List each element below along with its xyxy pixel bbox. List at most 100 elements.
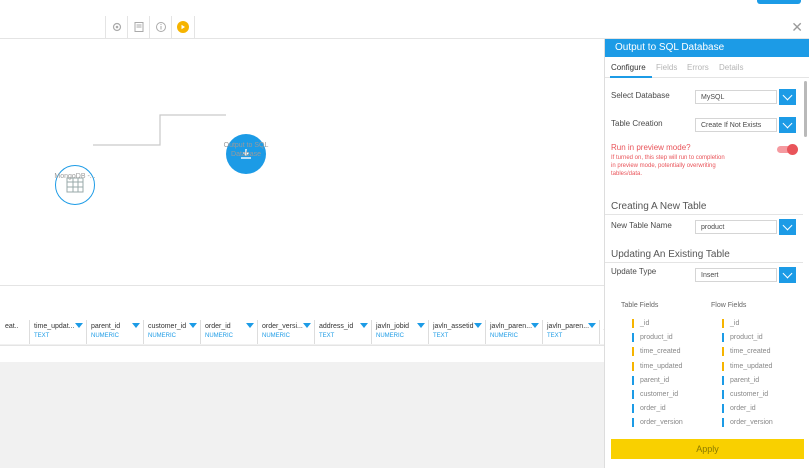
top-action-button[interactable] xyxy=(757,0,801,4)
output-sql-panel: Output to SQL Database Configure Fields … xyxy=(604,39,809,468)
column-type: NUMERIC xyxy=(376,333,404,339)
panel-title: Output to SQL Database xyxy=(605,39,809,57)
grid-column-header[interactable]: order_versi... NUMERIC xyxy=(257,320,315,344)
chevron-down-icon[interactable] xyxy=(779,219,796,235)
column-menu-icon[interactable] xyxy=(132,323,140,328)
close-icon[interactable]: ✕ xyxy=(791,19,803,36)
column-menu-icon[interactable] xyxy=(531,323,539,328)
flow-field-item[interactable]: _id xyxy=(722,319,739,328)
apply-button[interactable]: Apply xyxy=(611,439,804,459)
column-name: time_updat... xyxy=(34,323,75,330)
table-field-item[interactable]: parent_id xyxy=(632,375,669,385)
column-type: NUMERIC xyxy=(91,333,119,339)
column-menu-icon[interactable] xyxy=(417,323,425,328)
table-fields-header: Table Fields xyxy=(621,302,659,309)
column-type: TEXT xyxy=(319,333,335,339)
preview-mode-warning: If turned on, this step will run to comp… xyxy=(611,155,725,177)
panel-tabs: Configure Fields Errors Details xyxy=(605,57,809,78)
flow-field-item[interactable]: time_created xyxy=(722,347,770,357)
column-menu-icon[interactable] xyxy=(303,323,311,328)
chevron-down-icon[interactable] xyxy=(779,117,796,133)
grid-column-header[interactable]: order_id NUMERIC xyxy=(200,320,258,344)
preview-mode-toggle[interactable] xyxy=(777,143,798,155)
new-table-label: New Table Name xyxy=(611,221,672,230)
flow-field-item[interactable]: parent_id xyxy=(722,375,759,385)
column-name: order_id xyxy=(205,323,231,330)
chevron-down-icon[interactable] xyxy=(779,267,796,283)
table-field-item[interactable]: order_id xyxy=(632,404,666,414)
chevron-down-icon[interactable] xyxy=(779,89,796,105)
preview-grid: eat.. time_updat... TEXT parent_id NUMERIC cu… xyxy=(0,285,620,362)
column-menu-icon[interactable] xyxy=(474,323,482,328)
flow-field-item[interactable]: customer_id xyxy=(722,390,768,399)
flow-canvas[interactable]: MongoDB -... Output to SQL Database xyxy=(0,39,604,285)
column-name: order_versi... xyxy=(262,323,303,330)
column-type: NUMERIC xyxy=(262,333,290,339)
divider xyxy=(605,214,803,215)
grid-column-header[interactable]: javln_paren... TEXT xyxy=(542,320,600,344)
grid-column-header[interactable]: javln_jobid NUMERIC xyxy=(371,320,429,344)
updating-section-title: Updating An Existing Table xyxy=(611,249,730,260)
column-name: parent_id xyxy=(91,323,121,330)
column-name: javln_paren... xyxy=(547,323,590,330)
column-type: TEXT xyxy=(34,333,50,339)
column-menu-icon[interactable] xyxy=(246,323,254,328)
update-type-label: Update Type xyxy=(611,267,657,276)
new-table-dropdown[interactable]: product xyxy=(695,220,777,234)
gear-icon[interactable] xyxy=(105,16,128,38)
mongodb-node-label: MongoDB -... xyxy=(54,173,96,180)
table-field-item[interactable]: time_updated xyxy=(632,361,682,371)
toolbar: ✕ xyxy=(0,16,809,39)
scrollbar[interactable] xyxy=(804,81,807,137)
table-field-item[interactable]: customer_id xyxy=(632,390,678,399)
column-menu-icon[interactable] xyxy=(189,323,197,328)
play-icon[interactable] xyxy=(171,16,195,38)
table-creation-dropdown[interactable]: Create If Not Exists xyxy=(695,118,777,132)
creating-section-title: Creating A New Table xyxy=(611,201,707,212)
tab-details[interactable]: Details xyxy=(719,63,743,72)
select-database-label: Select Database xyxy=(611,91,670,100)
column-menu-icon[interactable] xyxy=(360,323,368,328)
column-name: javln_assetid xyxy=(433,323,474,330)
tab-fields[interactable]: Fields xyxy=(656,63,677,72)
tab-errors[interactable]: Errors xyxy=(687,63,709,72)
column-name: address_id xyxy=(319,323,354,330)
column-menu-icon[interactable] xyxy=(588,323,596,328)
column-menu-icon[interactable] xyxy=(75,323,83,328)
column-type: TEXT xyxy=(547,333,563,339)
flow-field-item[interactable]: time_updated xyxy=(722,361,772,371)
mongodb-node[interactable] xyxy=(55,165,95,205)
grid-row xyxy=(0,345,604,362)
grid-column-header[interactable]: parent_id NUMERIC xyxy=(86,320,144,344)
notes-icon[interactable] xyxy=(127,16,150,38)
table-field-item[interactable]: _id xyxy=(632,319,649,328)
flow-fields-header: Flow Fields xyxy=(711,302,747,309)
tab-configure[interactable]: Configure xyxy=(611,63,646,72)
grid-column-header[interactable]: javln_paren... NUMERIC xyxy=(485,320,543,344)
table-field-item[interactable]: product_id xyxy=(632,333,673,343)
select-database-dropdown[interactable]: MySQL xyxy=(695,90,777,104)
column-type: NUMERIC xyxy=(148,333,176,339)
info-icon[interactable] xyxy=(149,16,172,38)
active-tab-indicator xyxy=(610,76,652,78)
grid-column-header[interactable]: eat.. xyxy=(0,320,30,344)
preview-mode-title: Run in preview mode? xyxy=(611,143,691,152)
table-field-item[interactable]: order_version xyxy=(632,418,683,428)
column-type: NUMERIC xyxy=(490,333,518,339)
column-type: NUMERIC xyxy=(205,333,233,339)
divider xyxy=(605,262,803,263)
column-name: javln_jobid xyxy=(376,323,410,330)
output-sql-node-label: Output to SQL Database xyxy=(223,142,269,158)
column-name: javln_paren... xyxy=(490,323,533,330)
update-type-dropdown[interactable]: Insert xyxy=(695,268,777,282)
flow-field-item[interactable]: order_version xyxy=(722,418,773,428)
flow-field-item[interactable]: product_id xyxy=(722,333,763,343)
column-type: TEXT xyxy=(433,333,449,339)
flow-field-item[interactable]: order_id xyxy=(722,404,756,414)
table-field-item[interactable]: time_created xyxy=(632,347,680,357)
column-name: customer_id xyxy=(148,323,187,330)
grid-column-header[interactable]: address_id TEXT xyxy=(314,320,372,344)
grid-column-header[interactable]: time_updat... TEXT xyxy=(29,320,87,344)
grid-column-header[interactable]: javln_assetid TEXT xyxy=(428,320,486,344)
grid-column-header[interactable]: customer_id NUMERIC xyxy=(143,320,201,344)
